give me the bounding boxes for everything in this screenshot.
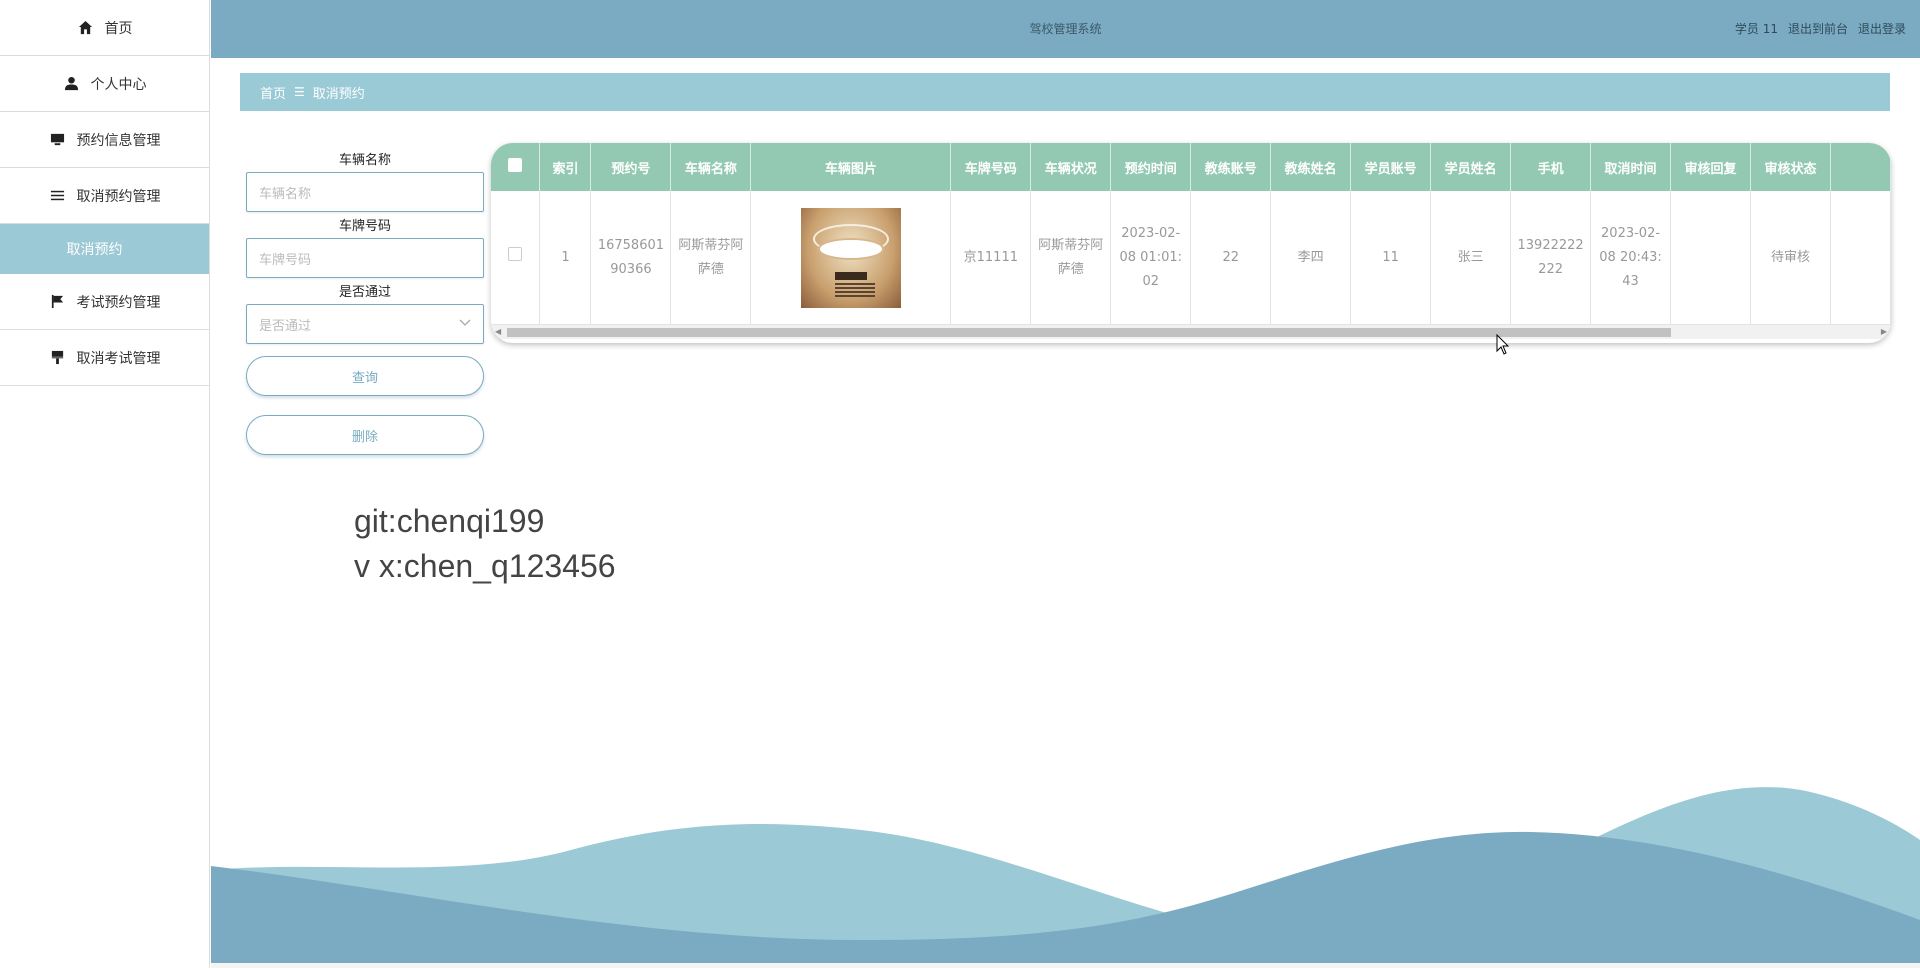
- column-header: 车牌号码: [950, 143, 1032, 191]
- sidebar-item-label: 取消考试管理: [76, 350, 161, 367]
- column-header: 审核回复: [1670, 143, 1751, 191]
- column-header: 学员姓名: [1430, 143, 1512, 191]
- flag-icon: [49, 293, 67, 311]
- vehicle-name-input[interactable]: 车辆名称: [246, 172, 484, 212]
- delete-button[interactable]: 删除: [246, 415, 484, 455]
- row-checkbox[interactable]: [491, 191, 541, 324]
- scroll-left-icon[interactable]: ◀: [495, 327, 501, 336]
- cell-review-status: 待审核: [1750, 191, 1831, 324]
- sidebar-item-personal-center[interactable]: 个人中心: [0, 56, 209, 112]
- column-header: 审核状态: [1750, 143, 1831, 191]
- cell-actions: [1830, 191, 1891, 324]
- cell-vehicle-image: [750, 191, 952, 324]
- decorative-waves: [211, 787, 1920, 968]
- column-header: 取消时间: [1590, 143, 1672, 191]
- brush-icon: [49, 349, 67, 367]
- sidebar-item-home[interactable]: 首页: [0, 0, 209, 56]
- cell-review-reply: [1670, 191, 1751, 324]
- cell-condition: 阿斯蒂芬阿萨德: [1030, 191, 1112, 324]
- checkbox-icon: [508, 246, 523, 261]
- cell-coach-account: 22: [1190, 191, 1272, 324]
- horizontal-scrollbar[interactable]: ◀ ▶: [491, 324, 1891, 339]
- sidebar-item-cancel-booking[interactable]: 取消预约管理: [0, 168, 209, 224]
- plate-number-input[interactable]: 车牌号码: [246, 238, 484, 278]
- sidebar-item-booking-info[interactable]: 预约信息管理: [0, 112, 209, 168]
- passed-select[interactable]: 是否通过: [246, 304, 484, 344]
- cell-plate: 京11111: [950, 191, 1032, 324]
- passed-placeholder: 是否通过: [259, 318, 312, 334]
- breadcrumb-home[interactable]: 首页: [260, 83, 286, 102]
- exit-to-front-link[interactable]: 退出到前台: [1788, 20, 1848, 37]
- cell-coach-name: 李四: [1270, 191, 1352, 324]
- data-table: 索引 预约号 车辆名称 车辆图片 车牌号码 车辆状况 预约时间 教练账号 教练姓…: [491, 143, 1891, 343]
- sidebar-item-label: 预约信息管理: [76, 132, 161, 149]
- column-header: 手机: [1510, 143, 1592, 191]
- table-header-row: 索引 预约号 车辆名称 车辆图片 车牌号码 车辆状况 预约时间 教练账号 教练姓…: [491, 143, 1891, 191]
- cell-student-name: 张三: [1430, 191, 1512, 324]
- checkbox-icon: [508, 158, 523, 172]
- table-row: 1 1675860190366 阿斯蒂芬阿萨德 京11111 阿斯蒂芬阿萨德 2…: [491, 191, 1891, 324]
- plate-number-placeholder: 车牌号码: [259, 252, 312, 268]
- top-header: 驾校管理系统 学员 11 退出到前台 退出登录: [211, 0, 1920, 58]
- column-header: 教练姓名: [1270, 143, 1352, 191]
- sidebar-item-exam-booking[interactable]: 考试预约管理: [0, 274, 209, 330]
- column-header: 教练账号: [1190, 143, 1272, 191]
- mouse-cursor-icon: [1496, 334, 1510, 355]
- monitor-icon: [49, 131, 67, 149]
- vehicle-image[interactable]: [800, 207, 901, 308]
- watermark-line-2: v x:chen_q123456: [354, 548, 616, 584]
- chevron-down-icon: [459, 316, 471, 332]
- passed-label: 是否通过: [338, 285, 391, 300]
- breadcrumb-separator-icon: ☰: [294, 85, 305, 99]
- app-title: 驾校管理系统: [1029, 22, 1102, 36]
- list-icon: [49, 187, 67, 205]
- breadcrumb: 首页 ☰ 取消预约: [240, 73, 1890, 111]
- sidebar-item-cancel-exam[interactable]: 取消考试管理: [0, 330, 209, 386]
- column-header: 预约号: [590, 143, 672, 191]
- cell-vehicle-name: 阿斯蒂芬阿萨德: [670, 191, 752, 324]
- watermark-line-1: git:chenqi199: [354, 503, 545, 539]
- sidebar: 首页 个人中心 预约信息管理 取消预约管理 取消预约 考试预约管理 取消考试管理: [0, 0, 210, 968]
- cell-student-account: 11: [1350, 191, 1432, 324]
- breadcrumb-current: 取消预约: [312, 86, 365, 102]
- sidebar-item-label: 首页: [104, 20, 133, 37]
- sidebar-subitem-label: 取消预约: [66, 242, 123, 258]
- vehicle-name-label: 车辆名称: [338, 153, 391, 168]
- column-header: 车辆名称: [670, 143, 752, 191]
- column-header: 车辆图片: [750, 143, 952, 191]
- sidebar-item-label: 考试预约管理: [76, 294, 161, 311]
- column-header: 车辆状况: [1030, 143, 1112, 191]
- search-form: 车辆名称 车辆名称 车牌号码 车牌号码 是否通过 是否通过 查询 删除: [246, 150, 484, 455]
- select-all-checkbox[interactable]: [491, 143, 541, 191]
- query-button[interactable]: 查询: [246, 356, 484, 396]
- sidebar-subitem-cancel-booking[interactable]: 取消预约: [0, 224, 209, 274]
- column-header-actions: [1830, 143, 1891, 191]
- cell-booking-time: 2023-02-08 01:01:02: [1110, 191, 1192, 324]
- sidebar-item-label: 取消预约管理: [76, 188, 161, 205]
- cell-index: 1: [539, 191, 592, 324]
- column-header: 索引: [539, 143, 592, 191]
- cell-booking-no: 1675860190366: [590, 191, 672, 324]
- plate-number-label: 车牌号码: [338, 219, 391, 234]
- user-label: 学员 11: [1734, 22, 1778, 36]
- vehicle-name-placeholder: 车辆名称: [259, 186, 312, 202]
- cell-cancel-time: 2023-02-08 20:43:43: [1590, 191, 1672, 324]
- cell-phone: 13922222222: [1510, 191, 1592, 324]
- user-icon: [63, 75, 81, 93]
- column-header: 预约时间: [1110, 143, 1192, 191]
- home-icon: [77, 19, 95, 37]
- header-links: 学员 11 退出到前台 退出登录: [1735, 20, 1906, 37]
- scroll-right-icon[interactable]: ▶: [1881, 327, 1887, 336]
- logout-link[interactable]: 退出登录: [1858, 20, 1906, 37]
- column-header: 学员账号: [1350, 143, 1432, 191]
- sidebar-item-label: 个人中心: [90, 76, 147, 93]
